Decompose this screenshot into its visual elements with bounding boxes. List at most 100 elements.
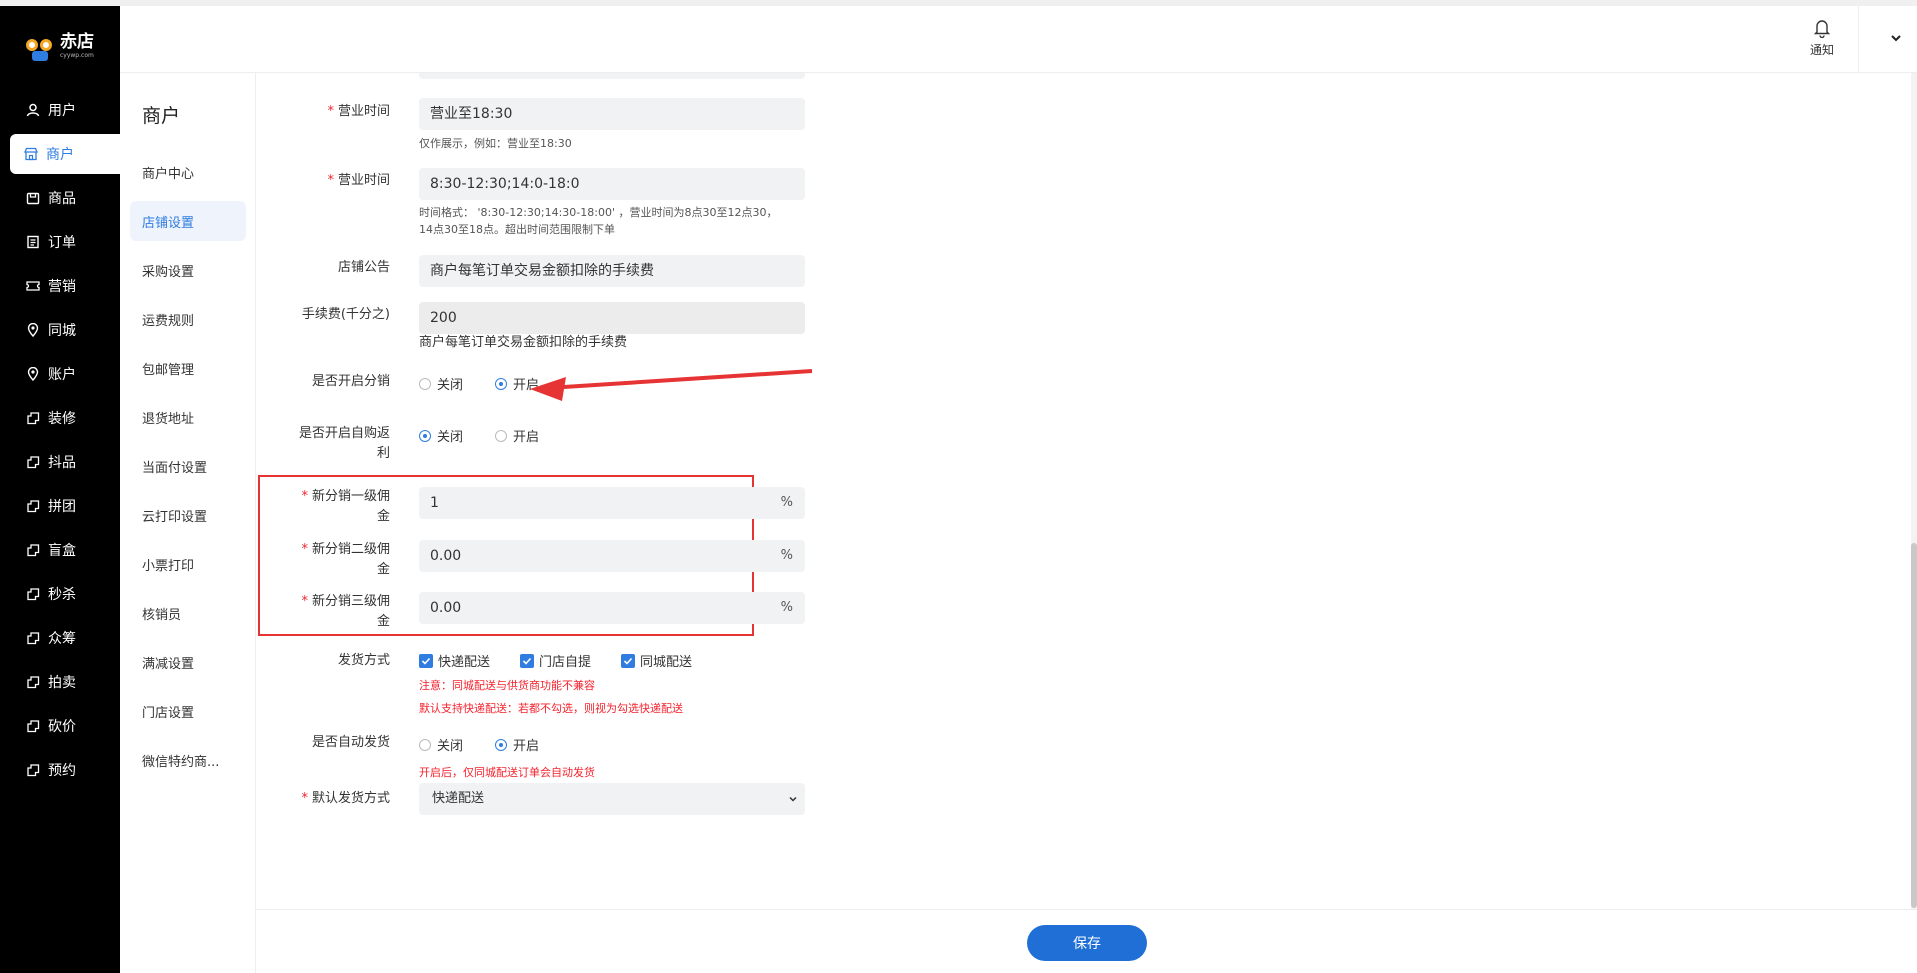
goods-icon — [26, 191, 40, 205]
commission-level-1-input[interactable]: 1% — [419, 487, 805, 519]
business-hours-hint: 仅作展示，例如：营业至18:30 — [419, 137, 572, 150]
subnav-item-store-settings[interactable]: 店铺设置 — [130, 201, 246, 241]
order-icon — [26, 235, 40, 249]
nav-item-seckill[interactable]: 秒杀 — [0, 574, 120, 614]
scrollbar-track[interactable] — [1911, 73, 1917, 909]
clipped-field — [419, 73, 805, 79]
auto-ship-on-radio[interactable]: 开启 — [495, 735, 539, 754]
nav-item-local[interactable]: 同城 — [0, 310, 120, 350]
plugin-icon — [26, 719, 40, 733]
plugin-icon — [26, 455, 40, 469]
plugin-icon — [26, 631, 40, 645]
main-sidebar: 赤店 cyywp.com 用户 商户 商品 订单 营销 同城 账户 装修 抖品 — [0, 6, 120, 973]
location-icon — [26, 367, 40, 381]
store-pickup-checkbox[interactable]: 门店自提 — [520, 651, 591, 670]
nav-item-label: 订单 — [48, 235, 76, 251]
business-hours-range-input[interactable]: 8:30-12:30;14:0-18:0 — [419, 168, 805, 200]
store-notice-label: 店铺公告 — [337, 260, 390, 275]
subnav-item-shipping-rules[interactable]: 运费规则 — [130, 299, 246, 339]
nav-item-merchant[interactable]: 商户 — [10, 134, 120, 174]
sub-sidebar: 商户 商户中心 店铺设置 采购设置 运费规则 包邮管理 退货地址 当面付设置 云… — [120, 73, 256, 973]
plugin-icon — [26, 411, 40, 425]
plugin-icon — [26, 543, 40, 557]
chevron-down-icon[interactable] — [1886, 28, 1906, 48]
percent-suffix: % — [780, 495, 793, 510]
nav-item-label: 营销 — [48, 279, 76, 295]
delivery-warning-1: 注意：同城配送与供货商功能不兼容 — [419, 679, 595, 692]
nav-item-goods[interactable]: 商品 — [0, 178, 120, 218]
nav-item-crowdfund[interactable]: 众筹 — [0, 618, 120, 658]
delivery-checkbox-group: 快递配送 门店自提 同城配送 — [419, 651, 722, 670]
nav-item-label: 砍价 — [48, 719, 76, 735]
notification-button[interactable]: 通知 — [1792, 18, 1852, 58]
default-delivery-label: * 默认发货方式 — [301, 791, 390, 806]
top-header: 通知 — [120, 6, 1917, 73]
nav-item-decorate[interactable]: 装修 — [0, 398, 120, 438]
nav-item-label: 预约 — [48, 763, 76, 779]
save-button[interactable]: 保存 — [1027, 925, 1147, 961]
nav-item-label: 账户 — [48, 367, 76, 383]
subnav-item-return-address[interactable]: 退货地址 — [130, 397, 246, 437]
auto-ship-radio-group: 关闭 开启 — [419, 735, 571, 754]
subnav-item-verifier[interactable]: 核销员 — [130, 593, 246, 633]
nav-item-label: 抖品 — [48, 455, 76, 471]
fee-label: 手续费(千分之) — [301, 307, 390, 322]
logo-subtitle: cyywp.com — [60, 51, 94, 59]
plugin-icon — [26, 499, 40, 513]
nav-item-groupbuy[interactable]: 拼团 — [0, 486, 120, 526]
nav-item-bargain[interactable]: 砍价 — [0, 706, 120, 746]
owl-logo-icon — [26, 31, 54, 61]
nav-item-booking[interactable]: 预约 — [0, 750, 120, 790]
commission-level-2-input[interactable]: 0.00% — [419, 540, 805, 572]
subnav-item-merchant-center[interactable]: 商户中心 — [130, 152, 246, 192]
nav-item-label: 众筹 — [48, 631, 76, 647]
scrollbar-thumb[interactable] — [1911, 543, 1917, 908]
user-icon — [26, 103, 40, 117]
business-hours-range-label: * 营业时间 — [327, 173, 390, 188]
nav-item-marketing[interactable]: 营销 — [0, 266, 120, 306]
commission-level-2-label: * 新分销二级佣金 — [301, 542, 390, 577]
subnav-item-discount[interactable]: 满减设置 — [130, 642, 246, 682]
fee-input[interactable]: 200 — [419, 302, 805, 334]
app-logo[interactable]: 赤店 cyywp.com — [26, 26, 94, 66]
self-rebate-radio-group: 关闭 开启 — [419, 426, 571, 445]
self-rebate-on-radio[interactable]: 开启 — [495, 426, 539, 445]
commission-level-3-input[interactable]: 0.00% — [419, 592, 805, 624]
distribution-label: 是否开启分销 — [311, 374, 390, 389]
subnav-item-cloud-print[interactable]: 云打印设置 — [130, 495, 246, 535]
nav-item-order[interactable]: 订单 — [0, 222, 120, 262]
self-rebate-off-radio[interactable]: 关闭 — [419, 426, 463, 445]
delivery-method-label: 发货方式 — [337, 653, 390, 668]
plugin-icon — [26, 763, 40, 777]
nav-item-auction[interactable]: 拍卖 — [0, 662, 120, 702]
distribution-off-radio[interactable]: 关闭 — [419, 374, 463, 393]
subnav-item-receipt-print[interactable]: 小票打印 — [130, 544, 246, 584]
subnav-item-face-pay[interactable]: 当面付设置 — [130, 446, 246, 486]
nav-item-label: 装修 — [48, 411, 76, 427]
ticket-icon — [26, 279, 40, 293]
auto-ship-off-radio[interactable]: 关闭 — [419, 735, 463, 754]
commission-level-1-label: * 新分销一级佣金 — [301, 489, 390, 524]
subnav-item-free-shipping[interactable]: 包邮管理 — [130, 348, 246, 388]
chevron-down-icon — [789, 796, 797, 802]
nav-item-douyin[interactable]: 抖品 — [0, 442, 120, 482]
nav-item-label: 拼团 — [48, 499, 76, 515]
subnav-item-store[interactable]: 门店设置 — [130, 691, 246, 731]
red-arrow-annotation — [530, 369, 813, 401]
nav-item-user[interactable]: 用户 — [0, 90, 120, 130]
plugin-icon — [26, 675, 40, 689]
business-hours-format-hint-2: 14点30至18点。超出时间范围限制下单 — [419, 223, 615, 236]
settings-form: * 营业时间 营业至18:30 仅作展示，例如：营业至18:30 * 营业时间 8:… — [256, 73, 1917, 909]
business-hours-label: * 营业时间 — [327, 104, 390, 119]
default-delivery-select[interactable]: 快递配送 — [419, 783, 805, 815]
subnav-item-purchase-settings[interactable]: 采购设置 — [130, 250, 246, 290]
location-icon — [26, 323, 40, 337]
logo-name: 赤店 — [60, 31, 94, 52]
subnav-item-wechat-merchant[interactable]: 微信特约商... — [130, 740, 246, 780]
business-hours-display-input[interactable]: 营业至18:30 — [419, 98, 805, 130]
local-delivery-checkbox[interactable]: 同城配送 — [621, 651, 692, 670]
store-notice-input[interactable]: 商户每笔订单交易金额扣除的手续费 — [419, 255, 805, 287]
nav-item-account[interactable]: 账户 — [0, 354, 120, 394]
express-delivery-checkbox[interactable]: 快递配送 — [419, 651, 490, 670]
nav-item-blindbox[interactable]: 盲盒 — [0, 530, 120, 570]
